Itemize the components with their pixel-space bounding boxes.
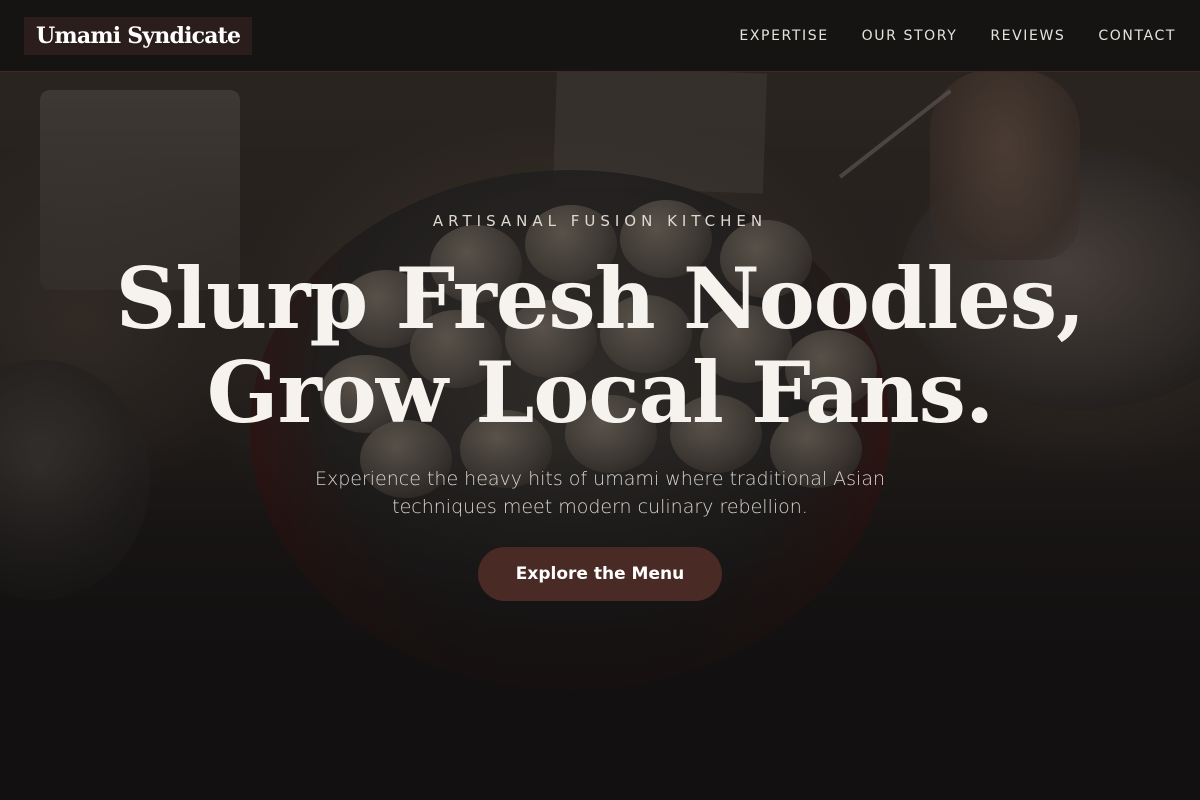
hero-subtext: Experience the heavy hits of umami where…: [314, 468, 886, 518]
headline-line-1: Slurp Fresh Noodles,: [115, 249, 1086, 348]
nav-link-contact[interactable]: CONTACT: [1098, 28, 1176, 44]
main-nav: EXPERTISE OUR STORY REVIEWS CONTACT: [739, 28, 1176, 44]
nav-link-our-story[interactable]: OUR STORY: [862, 28, 958, 44]
site-header: Umami Syndicate EXPERTISE OUR STORY REVI…: [0, 0, 1200, 72]
hero-headline: Slurp Fresh Noodles, Grow Local Fans.: [0, 252, 1200, 440]
site-logo[interactable]: Umami Syndicate: [24, 16, 253, 55]
nav-link-reviews[interactable]: REVIEWS: [990, 28, 1065, 44]
hero-section: ARTISANAL FUSION KITCHEN Slurp Fresh Noo…: [0, 0, 1200, 800]
headline-line-2: Grow Local Fans.: [206, 343, 994, 442]
hero-eyebrow: ARTISANAL FUSION KITCHEN: [432, 212, 768, 230]
explore-menu-button[interactable]: Explore the Menu: [478, 547, 722, 601]
nav-link-expertise[interactable]: EXPERTISE: [739, 28, 828, 44]
